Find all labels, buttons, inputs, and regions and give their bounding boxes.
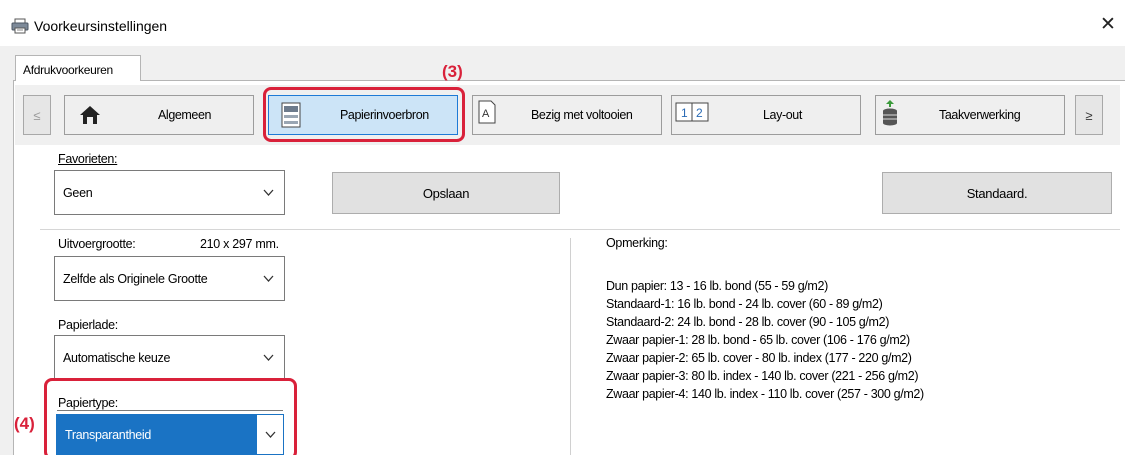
close-button[interactable]: ✕ [1097, 14, 1119, 36]
callout-step-4: (4) [14, 414, 35, 433]
callout-step-3: (3) [442, 62, 463, 81]
paper-tray-select[interactable]: Automatische keuze [54, 335, 285, 380]
favorites-label-text: Favorieten: [58, 152, 118, 166]
chevron-down-icon [263, 351, 274, 365]
tab-algemeen[interactable]: Algemeen [64, 95, 254, 135]
title-bar: Voorkeursinstellingen ✕ [0, 0, 1125, 46]
tab-label: Bezig met voltooien [531, 108, 633, 122]
divider [40, 229, 1120, 230]
tab-scroll-left-button[interactable]: ≤ [23, 95, 51, 135]
output-size-dimension: 210 x 297 mm. [200, 237, 279, 251]
vertical-divider [570, 238, 571, 455]
svg-text:2: 2 [696, 106, 703, 120]
default-button[interactable]: Standaard. [882, 172, 1112, 214]
favorites-value: Geen [63, 186, 93, 200]
tab-lay-out[interactable]: 1 2 Lay-out [671, 95, 861, 135]
svg-text:A: A [482, 108, 490, 120]
finishing-icon: A [478, 100, 496, 127]
output-size-value: Zelfde als Originele Grootte [63, 272, 208, 286]
note-line: Zwaar papier-2: 65 lb. cover - 80 lb. in… [606, 351, 912, 365]
note-line: Zwaar papier-4: 140 lb. index - 110 lb. … [606, 387, 924, 401]
favorites-select[interactable]: Geen [54, 170, 285, 215]
svg-text:1: 1 [681, 106, 688, 120]
note-line: Zwaar papier-1: 28 lb. bond - 65 lb. cov… [606, 333, 910, 347]
paper-tray-label: Papierlade: [58, 318, 118, 332]
favorites-label: Favorieten: [58, 152, 118, 166]
output-size-label: Uitvoergrootte: [58, 237, 136, 251]
chevron-down-icon [263, 272, 274, 286]
home-icon [79, 104, 101, 129]
job-handling-icon [881, 99, 899, 130]
note-line: Dun papier: 13 - 16 lb. bond (55 - 59 g/… [606, 279, 828, 293]
callout-box-step-3 [263, 87, 465, 142]
tab-label: Taakverwerking [939, 108, 1021, 122]
tab-taakverwerking[interactable]: Taakverwerking [875, 95, 1065, 135]
save-button-label: Opslaan [422, 186, 470, 201]
tab-scroll-right-button[interactable]: ≥ [1075, 95, 1103, 135]
save-button[interactable]: Opslaan [332, 172, 560, 214]
layout-icon: 1 2 [675, 102, 709, 125]
output-size-select[interactable]: Zelfde als Originele Grootte [54, 256, 285, 301]
window-title: Voorkeursinstellingen [34, 18, 168, 34]
note-line: Zwaar papier-3: 80 lb. index - 140 lb. c… [606, 369, 919, 383]
default-button-label: Standaard. [966, 186, 1028, 201]
callout-box-step-4 [44, 378, 297, 455]
chevron-down-icon [263, 186, 274, 200]
paper-tray-value: Automatische keuze [63, 351, 171, 365]
note-line: Standaard-2: 24 lb. bond - 28 lb. cover … [606, 315, 890, 329]
notes-title: Opmerking: [606, 236, 668, 250]
tab-afdrukvoorkeuren[interactable]: Afdrukvoorkeuren [15, 55, 141, 81]
tab-label: Lay-out [763, 108, 802, 122]
printer-icon [11, 18, 29, 37]
tab-bezig-met-voltooien[interactable]: A Bezig met voltooien [472, 95, 662, 135]
tab-label: Algemeen [158, 108, 212, 122]
note-line: Standaard-1: 16 lb. bond - 24 lb. cover … [606, 297, 883, 311]
